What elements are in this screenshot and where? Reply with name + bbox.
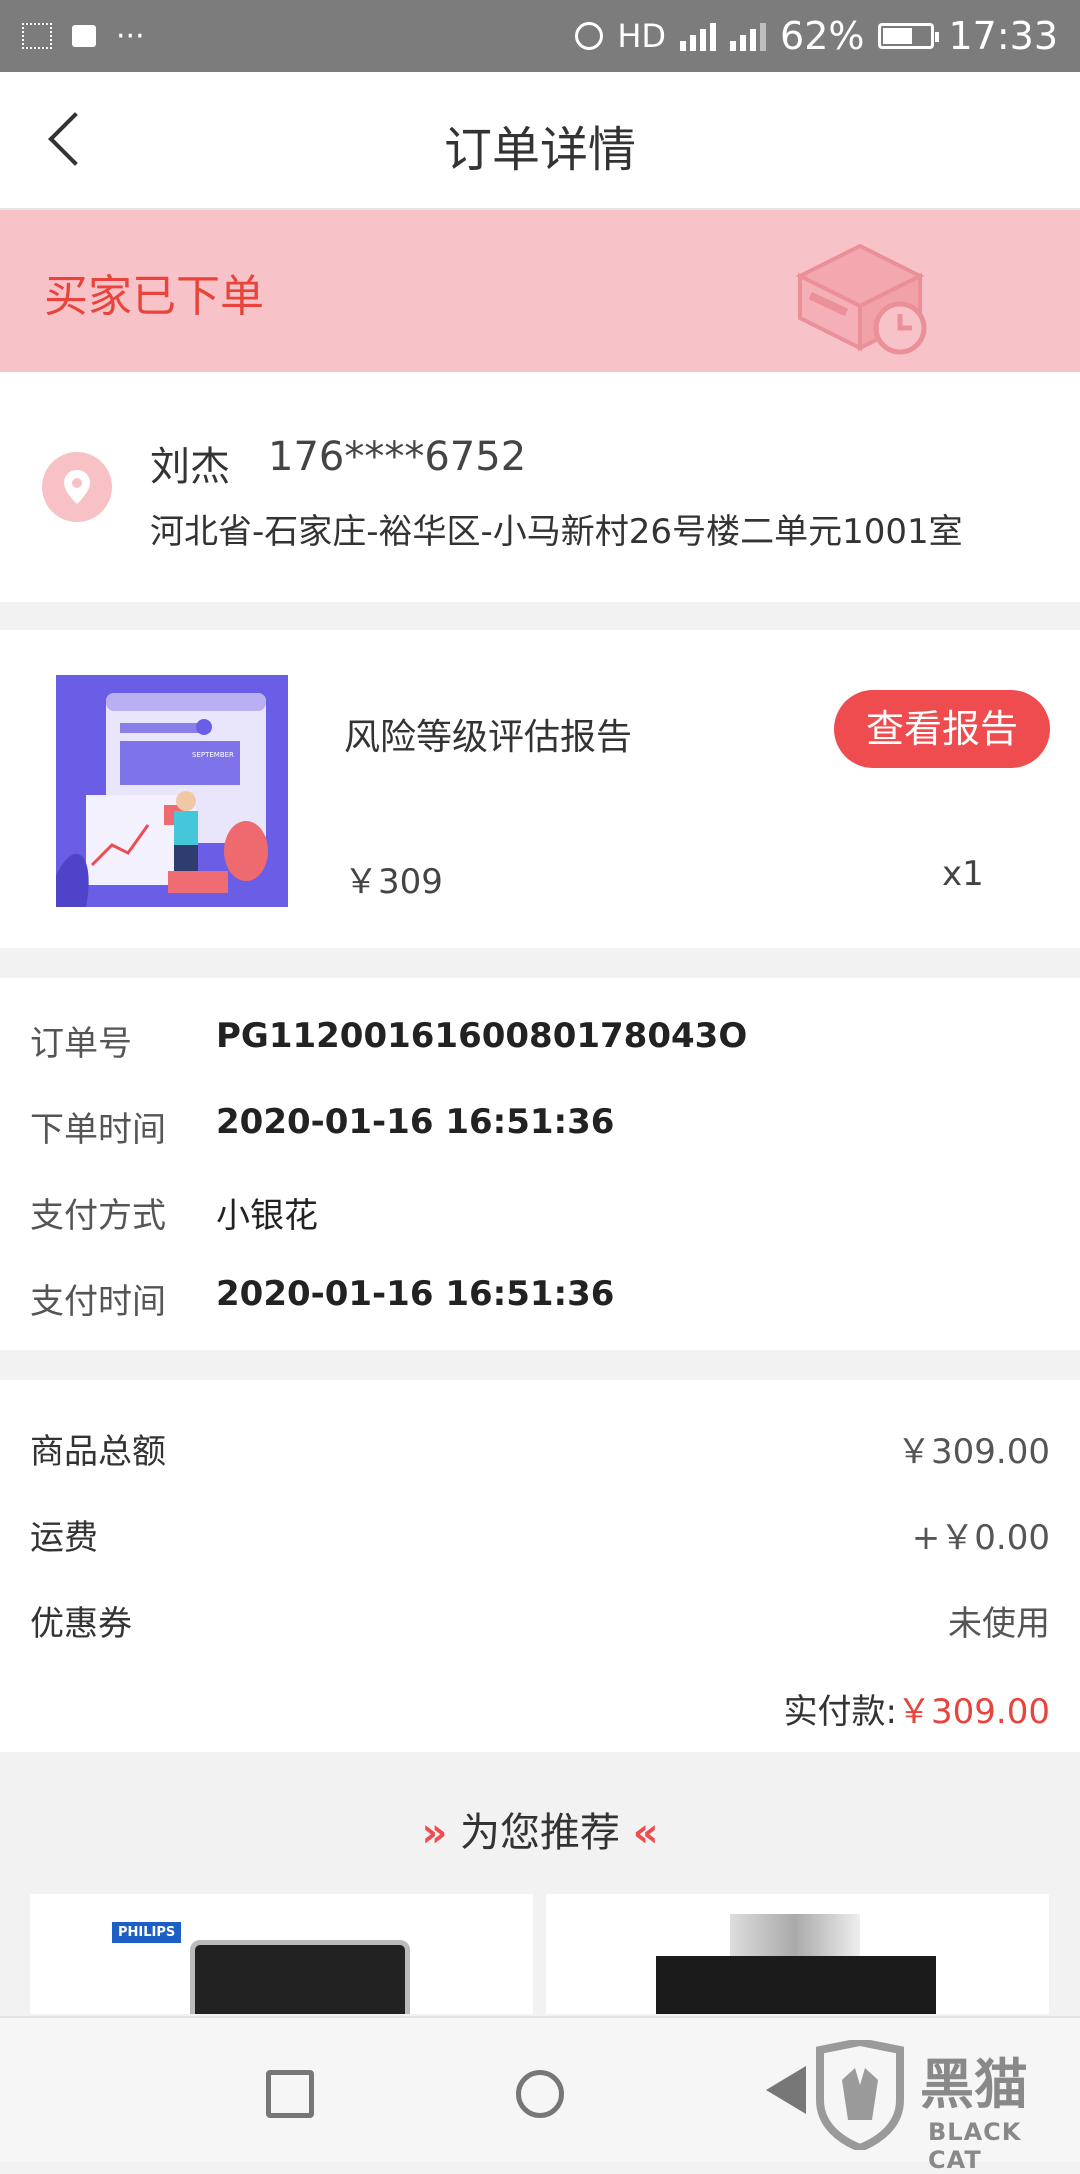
- payment-method-value: 小银花: [216, 1196, 318, 1236]
- product-image: [190, 1940, 410, 2014]
- page-title: 订单详情: [443, 122, 636, 178]
- goods-total-label: 商品总额: [30, 1432, 166, 1472]
- shipping-fee-label: 运费: [30, 1518, 98, 1558]
- back-button[interactable]: [766, 2066, 806, 2114]
- order-number-row: 订单号 PG1120016160080178043O: [0, 1016, 1080, 1076]
- double-chevron-left-icon: «: [632, 1810, 659, 1856]
- product-name: 风险等级评估报告: [344, 717, 633, 758]
- status-bar: ··· HD 62% 17:33: [0, 0, 1080, 72]
- product-item: SEPTEMBER 风险等级评估报告 查看报告 ￥309 x1: [0, 630, 1080, 948]
- watermark-cn: 黑猫: [920, 2053, 1028, 2116]
- payment-method-row: 支付方式 小银花: [0, 1188, 1080, 1248]
- package-clock-icon: [795, 243, 927, 355]
- clock: 17:33: [948, 14, 1058, 58]
- battery-percent: 62%: [780, 14, 865, 58]
- payment-time-label: 支付时间: [30, 1282, 166, 1322]
- shipping-fee-value: +￥0.00: [911, 1518, 1050, 1558]
- watermark-logo: 黑猫 BLACK CAT: [810, 2040, 1070, 2174]
- product-price: ￥309: [344, 862, 443, 902]
- cat-shield-icon: [816, 2040, 904, 2150]
- payment-time-value: 2020-01-16 16:51:36: [216, 1274, 615, 1314]
- recents-button[interactable]: [266, 2070, 314, 2118]
- order-status-text: 买家已下单: [44, 271, 264, 322]
- coupon-value: 未使用: [948, 1604, 1050, 1644]
- signal-icon: [680, 21, 717, 51]
- more-icon: ···: [116, 18, 145, 54]
- brand-badge: PHILIPS: [112, 1922, 182, 1943]
- battery-icon: [878, 23, 940, 49]
- order-time-value: 2020-01-16 16:51:36: [216, 1102, 615, 1142]
- amount-paid: 实付款:￥309.00: [784, 1684, 1050, 1733]
- recommend-card[interactable]: [546, 1894, 1049, 2014]
- product-image: [730, 1914, 860, 1958]
- order-number-label: 订单号: [30, 1024, 132, 1064]
- network-label: HD: [617, 17, 667, 55]
- amount-paid-label: 实付款:: [783, 1692, 898, 1732]
- coupon-label: 优惠券: [30, 1604, 132, 1644]
- home-button[interactable]: [516, 2070, 564, 2118]
- price-summary: 商品总额 ￥309.00 运费 +￥0.00 优惠券 未使用 实付款:￥309.…: [0, 1380, 1080, 1752]
- notification-icon: [22, 23, 52, 49]
- recommend-title: 为您推荐: [460, 1810, 620, 1856]
- order-time-label: 下单时间: [30, 1110, 166, 1150]
- top-nav-bar: 订单详情: [0, 72, 1080, 210]
- view-report-button[interactable]: 查看报告: [834, 690, 1050, 768]
- payment-time-row: 支付时间 2020-01-16 16:51:36: [0, 1274, 1080, 1334]
- amount-paid-value: ￥309.00: [897, 1692, 1050, 1732]
- recommend-card[interactable]: PHILIPS: [30, 1894, 533, 2014]
- alarm-icon: [575, 22, 604, 50]
- signal-icon-2: [730, 21, 767, 51]
- double-chevron-right-icon: »: [421, 1810, 448, 1856]
- order-status-banner: 买家已下单: [0, 210, 1080, 372]
- product-quantity: x1: [942, 854, 984, 894]
- thumbnail-caption: SEPTEMBER: [192, 751, 234, 759]
- image-icon: [72, 25, 96, 47]
- order-time-row: 下单时间 2020-01-16 16:51:36: [0, 1102, 1080, 1162]
- shipping-address: 刘杰 176****6752 河北省-石家庄-裕华区-小马新村26号楼二单元10…: [0, 372, 1080, 602]
- product-thumbnail: SEPTEMBER: [56, 675, 288, 907]
- product-image-body: [656, 1956, 936, 2014]
- recipient-phone: 176****6752: [268, 434, 527, 480]
- watermark-en: BLACK CAT: [928, 2118, 1022, 2174]
- address-detail: 河北省-石家庄-裕华区-小马新村26号楼二单元1001室: [150, 512, 963, 552]
- goods-total-value: ￥309.00: [897, 1432, 1050, 1472]
- order-info: 订单号 PG1120016160080178043O 下单时间 2020-01-…: [0, 978, 1080, 1350]
- payment-method-label: 支付方式: [30, 1196, 166, 1236]
- recipient-name: 刘杰: [150, 444, 230, 490]
- order-number-value: PG1120016160080178043O: [216, 1016, 748, 1056]
- location-pin-icon: [42, 452, 112, 522]
- recommend-header: » 为您推荐 «: [0, 1800, 1080, 1858]
